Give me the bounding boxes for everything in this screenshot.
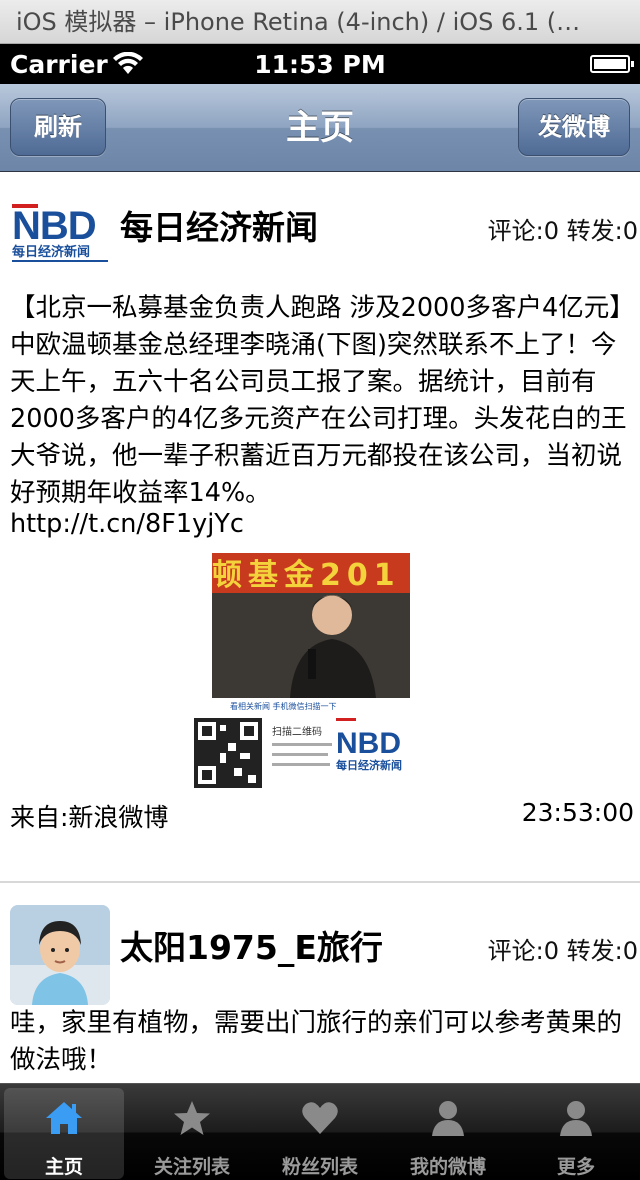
post-image[interactable]: 顿基金201 看相关新闻 手机微信扫描一下 扫描二维码 NBD 每日经济新闻 — [190, 553, 435, 795]
svg-text:顿基金201: 顿基金201 — [212, 558, 401, 593]
nbd-logo-subtext: 每日经济新闻 — [336, 758, 402, 772]
star-icon — [174, 1101, 210, 1135]
tab-bar: 主页 关注列表 粉丝列表 我的微博 更多 — [0, 1083, 640, 1180]
person-icon — [432, 1101, 464, 1136]
tab-label: 粉丝列表 — [281, 1156, 358, 1178]
svg-text:每日经济新闻: 每日经济新闻 — [12, 244, 90, 260]
tab-label: 更多 — [556, 1156, 595, 1178]
compose-weibo-button[interactable]: 发微博 — [518, 98, 630, 156]
battery-icon — [590, 55, 634, 73]
feed-post[interactable]: NBD 每日经济新闻 每日经济新闻 评论:0 转发:0 【北京一私募基金负责人跑… — [0, 173, 640, 883]
person-icon — [560, 1101, 592, 1136]
tab-home[interactable]: 主页 — [0, 1084, 128, 1180]
image-caption: 看相关新闻 手机微信扫描一下 — [230, 701, 337, 711]
child-photo-avatar — [10, 905, 110, 1005]
status-time: 11:53 PM — [254, 50, 386, 79]
refresh-button[interactable]: 刷新 — [10, 98, 106, 156]
user-avatar[interactable] — [10, 905, 110, 1005]
navigation-bar: 主页 刷新 发微博 — [0, 84, 640, 172]
svg-text:NBD: NBD — [12, 204, 96, 248]
nbd-logo-avatar[interactable]: NBD 每日经济新闻 — [10, 201, 110, 269]
heart-icon — [302, 1102, 338, 1134]
post-username[interactable]: 太阳1975_E旅行 — [120, 921, 383, 969]
post-text: 【北京一私募基金负责人跑路 涉及2000多客户4亿元】中欧温顿基金总经理李晓涌(… — [10, 293, 627, 508]
post-stats: 评论:0 转发:0 — [487, 937, 638, 965]
simulator-title-bar: iOS 模拟器 – iPhone Retina (4-inch) / iOS 6… — [0, 0, 640, 44]
post-source: 来自:新浪微博 — [10, 803, 169, 832]
scan-text: 扫描二维码 — [272, 725, 322, 738]
nbd-logo-text: NBD — [336, 727, 401, 760]
feed-post[interactable]: 太阳1975_E旅行 评论:0 转发:0 哇，家里有植物，需要出门旅行的亲们可以… — [0, 883, 640, 1083]
post-time: 23:53:00 — [521, 798, 634, 827]
tab-label: 关注列表 — [153, 1156, 230, 1178]
post-username[interactable]: 每日经济新闻 — [120, 201, 318, 249]
home-icon — [46, 1102, 82, 1134]
tab-followers[interactable]: 粉丝列表 — [256, 1084, 384, 1180]
post-stats: 评论:0 转发:0 — [487, 217, 638, 245]
tab-my-weibo[interactable]: 我的微博 — [384, 1084, 512, 1180]
timeline-feed[interactable]: NBD 每日经济新闻 每日经济新闻 评论:0 转发:0 【北京一私募基金负责人跑… — [0, 173, 640, 1083]
status-bar: Carrier 11:53 PM — [0, 44, 640, 84]
tab-label: 我的微博 — [409, 1156, 486, 1178]
post-text: 哇，家里有植物，需要出门旅行的亲们可以参考黄果的做法哦！ — [10, 1008, 623, 1075]
tab-following[interactable]: 关注列表 — [128, 1084, 256, 1180]
post-link[interactable]: http://t.cn/8F1yjYc — [10, 509, 244, 539]
tab-label: 主页 — [44, 1156, 83, 1178]
tab-more[interactable]: 更多 — [512, 1084, 640, 1180]
